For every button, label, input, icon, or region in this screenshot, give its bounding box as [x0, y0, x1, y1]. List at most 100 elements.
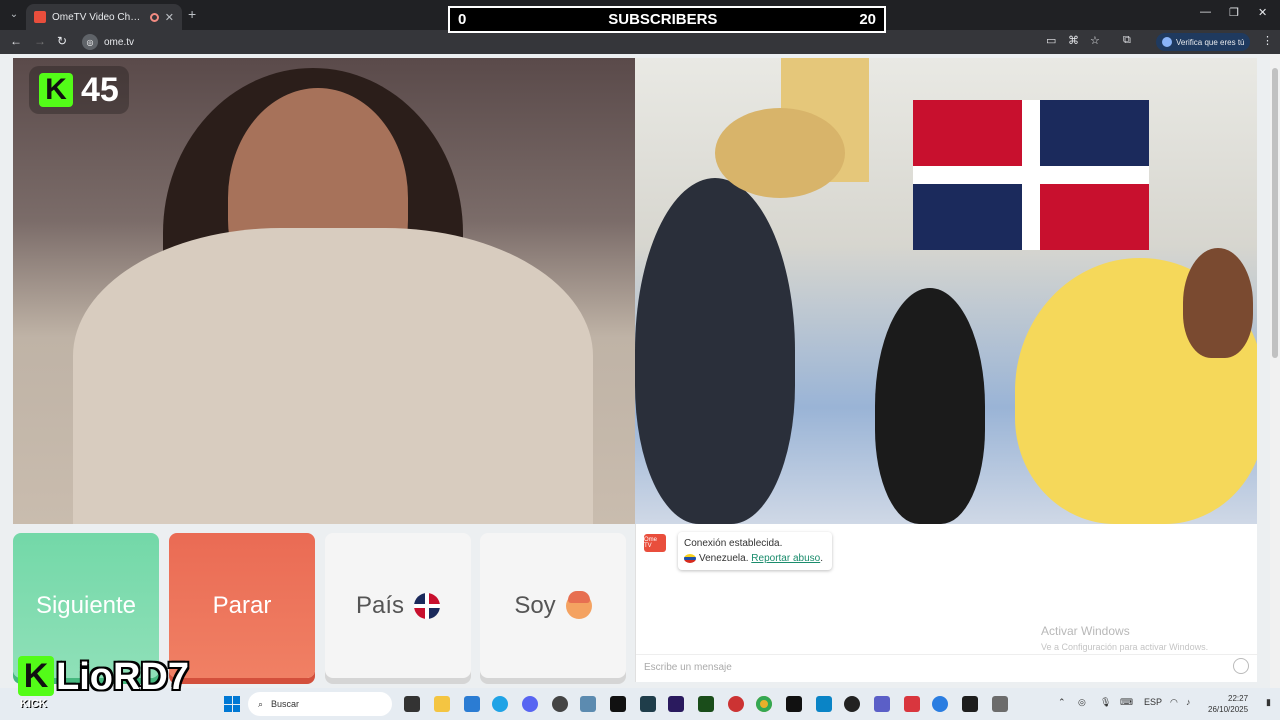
notification-icon[interactable]: ▮: [1266, 697, 1271, 708]
person-3-face: [1183, 248, 1253, 358]
message-input[interactable]: Escribe un mensaje: [636, 654, 1258, 680]
kick-logo-icon: K: [39, 73, 73, 107]
wifi-icon[interactable]: ◠: [1170, 697, 1178, 708]
app6-icon[interactable]: [962, 696, 978, 712]
ometv-page: K 45 Siguiente Parar País Soy Ome TV Con…: [0, 54, 1280, 688]
tray-overflow-icon[interactable]: ⌃: [1058, 697, 1066, 708]
report-abuse-link[interactable]: Reportar abuso: [751, 553, 820, 564]
edge-icon[interactable]: [492, 696, 508, 712]
partner-country: Venezuela.: [699, 553, 749, 564]
premiere-icon[interactable]: [668, 696, 684, 712]
country-button[interactable]: País: [325, 533, 471, 678]
recording-icon: [149, 12, 159, 22]
windows-start-icon[interactable]: [224, 696, 240, 712]
report-period: .: [820, 553, 823, 564]
tab-title: OmeTV Video Chat — Ome: [52, 11, 144, 23]
extensions-icon[interactable]: ⧉: [1123, 34, 1131, 47]
windows-taskbar: ⌕ Buscar ⌃ ◎ 🎙 ⌨ ESP ◠ ♪ 22:27 26/10/202…: [0, 688, 1280, 720]
browser-menu-icon[interactable]: ⋮: [1262, 34, 1273, 47]
country-label: País: [355, 591, 405, 619]
page-scrollbar[interactable]: [1270, 54, 1280, 688]
maximize-button[interactable]: ❐: [1229, 6, 1239, 19]
bookmark-star-icon[interactable]: ☆: [1090, 34, 1100, 47]
game-icon[interactable]: [698, 696, 714, 712]
verify-label: Verifica que eres tú: [1176, 37, 1245, 47]
site-info-icon[interactable]: ◎: [82, 34, 98, 50]
clock-date: 26/10/2025: [1208, 705, 1249, 714]
connection-status: Conexión establecida.: [684, 538, 783, 549]
local-video: [635, 58, 1257, 524]
keyboard-icon[interactable]: ⌨: [1120, 697, 1133, 708]
tiktok-icon[interactable]: [786, 696, 802, 712]
gender-label: Soy: [514, 591, 556, 619]
teams-icon[interactable]: [874, 696, 890, 712]
kick-label: KICK: [20, 698, 47, 710]
task-view-icon[interactable]: [404, 696, 420, 712]
ometv-logo-icon: Ome TV: [644, 534, 666, 552]
taskbar-clock[interactable]: 22:27 26/10/2025: [1208, 693, 1248, 715]
subscribers-goal: 20: [859, 11, 876, 28]
app5-icon[interactable]: [932, 696, 948, 712]
next-label: Siguiente: [35, 591, 137, 619]
taskbar-search-label: Buscar: [271, 699, 300, 709]
app2-icon[interactable]: [816, 696, 832, 712]
new-tab-button[interactable]: +: [188, 6, 196, 22]
minimize-button[interactable]: —: [1200, 6, 1211, 18]
volume-icon[interactable]: ♪: [1186, 697, 1191, 707]
close-tab-icon[interactable]: ✕: [165, 11, 174, 24]
close-window-button[interactable]: ✕: [1258, 6, 1267, 19]
file-explorer-icon[interactable]: [434, 696, 450, 712]
back-icon[interactable]: ←: [10, 34, 22, 48]
streamer-name: LioRD7: [56, 656, 189, 698]
kick-brand-logo-icon: K: [18, 656, 54, 696]
ometv-favicon-icon: [34, 11, 46, 23]
url-text: ome.tv: [104, 36, 135, 48]
system-message: Conexión establecida. Venezuela. Reporta…: [678, 532, 832, 570]
forward-icon[interactable]: →: [34, 34, 46, 48]
obs-icon[interactable]: [552, 696, 568, 712]
gender-button[interactable]: Soy: [480, 533, 626, 678]
subscribers-goal-overlay: 0 SUBSCRIBERS 20: [448, 6, 886, 33]
emoji-icon[interactable]: [1233, 658, 1249, 674]
reload-icon[interactable]: ↻: [57, 34, 67, 48]
browser-toolbar: ← → ↻ ◎ ome.tv ▭ ⌘ ☆ ⧉ Verifica que eres…: [0, 30, 1280, 54]
cast-icon[interactable]: ▭: [1046, 34, 1056, 47]
store-icon[interactable]: [464, 696, 480, 712]
browser-tab[interactable]: OmeTV Video Chat — Ome ✕: [26, 4, 182, 30]
activate-windows-subtitle: Ve a Configuración para activar Windows.: [1041, 642, 1209, 652]
address-bar[interactable]: ◎ ome.tv: [82, 32, 1182, 52]
kick-streamer-overlay: K LioRD7: [18, 656, 189, 696]
app3-icon[interactable]: [844, 696, 860, 712]
taskbar-search[interactable]: ⌕ Buscar: [248, 692, 392, 716]
media-icon[interactable]: [728, 696, 744, 712]
stop-label: Parar: [212, 591, 272, 619]
kick-count: 45: [81, 70, 119, 109]
person-1: [635, 178, 795, 524]
boy-icon: [565, 590, 592, 619]
straw-hat: [715, 108, 845, 198]
app7-icon[interactable]: [992, 696, 1008, 712]
discord-icon[interactable]: [522, 696, 538, 712]
language-indicator[interactable]: ESP: [1144, 697, 1162, 707]
profile-avatar-icon: [1162, 37, 1172, 47]
activate-windows-title: Activar Windows: [1041, 624, 1130, 638]
person-2: [875, 288, 985, 524]
capcut-icon[interactable]: [640, 696, 656, 712]
tray-app-icon[interactable]: ◎: [1078, 697, 1086, 708]
app-icon[interactable]: [580, 696, 596, 712]
scrollbar-thumb[interactable]: [1272, 68, 1278, 358]
chrome-icon[interactable]: [756, 696, 772, 712]
kick-viewer-counter: K 45: [29, 66, 129, 114]
stop-button[interactable]: Parar: [169, 533, 315, 678]
subscribers-label: SUBSCRIBERS: [608, 11, 718, 28]
remote-video: K 45: [13, 58, 635, 524]
remote-person-shirt: [73, 228, 593, 524]
dominican-flag-icon: [414, 592, 441, 619]
translate-icon[interactable]: ⌘: [1068, 34, 1079, 47]
epic-games-icon[interactable]: [610, 696, 626, 712]
profile-verify-button[interactable]: Verifica que eres tú: [1156, 33, 1250, 51]
app4-icon[interactable]: [904, 696, 920, 712]
microphone-icon[interactable]: 🎙: [1100, 697, 1111, 708]
venezuela-flag-icon: [684, 553, 696, 563]
tab-search-icon[interactable]: ⌄: [6, 7, 22, 23]
